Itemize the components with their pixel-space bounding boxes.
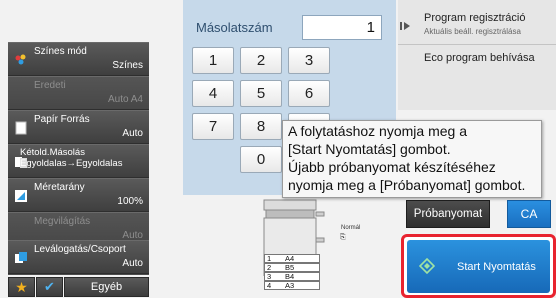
- output-normal-label: Normál: [341, 225, 361, 231]
- ratio-icon: [15, 190, 27, 202]
- key-6[interactable]: 6: [288, 80, 330, 107]
- tray-size: A4: [285, 254, 295, 263]
- exposure-label: Megvilágítás: [34, 216, 91, 227]
- clear-all-button[interactable]: CA: [507, 200, 551, 228]
- duplex-value: Egyoldalas→Egyoldalas: [20, 158, 123, 169]
- tray-number: 3: [267, 272, 272, 281]
- proof-print-button[interactable]: Próbanyomat: [406, 200, 490, 228]
- duplex-text: Kétold.Másolás Egyoldalas→Egyoldalas: [20, 147, 145, 169]
- key-4[interactable]: 4: [192, 80, 234, 107]
- tray-number: 2: [267, 263, 272, 272]
- key-3[interactable]: 3: [288, 47, 330, 74]
- sort-group-value: Auto: [122, 258, 143, 269]
- ratio-button[interactable]: Méretarány 100%: [8, 178, 149, 212]
- proof-print-label: Próbanyomat: [413, 208, 483, 220]
- paper-source-button[interactable]: Papír Forrás Auto: [8, 110, 149, 144]
- tray-number: 1: [267, 254, 272, 263]
- check-button[interactable]: ✔: [36, 277, 63, 297]
- key-8[interactable]: 8: [240, 113, 282, 140]
- key-1[interactable]: 1: [192, 47, 234, 74]
- tooltip-line: A folytatáshoz nyomja meg a: [288, 123, 467, 139]
- color-mode-value: Színes: [112, 60, 143, 71]
- check-icon: ✔: [44, 279, 55, 294]
- eco-program-button[interactable]: Eco program behívása: [398, 46, 556, 70]
- sort-group-button[interactable]: Leválogatás/Csoport Auto: [8, 240, 149, 274]
- paper-source-label: Papír Forrás: [34, 114, 90, 125]
- copy-screen: Színes mód Színes Eredeti Auto A4 Papír …: [0, 0, 556, 298]
- color-mode-button[interactable]: Színes mód Színes: [8, 42, 149, 76]
- tray-row[interactable]: 4 A3: [264, 281, 320, 290]
- tray-size: B4: [285, 272, 295, 281]
- program-register-label: Program regisztráció: [424, 12, 526, 24]
- tray-row[interactable]: 2 B5: [264, 263, 320, 272]
- tray-number: 4: [267, 281, 272, 290]
- other-label: Egyéb: [90, 281, 123, 293]
- program-register-sub: Aktuális beáll. regisztrálása: [424, 27, 521, 36]
- star-icon: ★: [15, 279, 28, 295]
- tray-size: A3: [285, 281, 295, 290]
- instruction-tooltip: A folytatáshoz nyomja meg a [Start Nyomt…: [282, 120, 542, 198]
- favorite-button[interactable]: ★: [8, 277, 35, 297]
- tray-row[interactable]: 1 A4: [264, 254, 320, 263]
- key-7[interactable]: 7: [192, 113, 234, 140]
- tooltip-line: [Start Nyomtatás] gombot.: [288, 141, 451, 157]
- key-2[interactable]: 2: [240, 47, 282, 74]
- sort-group-label: Leválogatás/Csoport: [34, 244, 126, 255]
- original-label: Eredeti: [34, 80, 66, 91]
- sort-icon: [15, 252, 27, 263]
- color-mode-label: Színes mód: [34, 46, 87, 57]
- key-5[interactable]: 5: [240, 80, 282, 107]
- program-register-button[interactable]: Program regisztráció Aktuális beáll. reg…: [398, 8, 556, 45]
- ratio-value: 100%: [117, 196, 143, 207]
- start-print-label: Start Nyomtatás: [457, 261, 536, 273]
- clear-all-label: CA: [520, 207, 538, 221]
- eco-program-label: Eco program behívása: [424, 52, 535, 64]
- copies-label: Másolatszám: [196, 20, 273, 35]
- duplex-label: Kétold.Másolás: [20, 147, 85, 158]
- copies-value: 1: [366, 19, 375, 36]
- output-tray-icon: ⎘: [340, 234, 346, 241]
- tooltip-line: Újabb próbanyomat készítéséhez: [288, 159, 496, 175]
- tray-size: B5: [285, 263, 295, 272]
- start-diamond-icon: [419, 258, 435, 274]
- start-print-button[interactable]: Start Nyomtatás: [407, 240, 550, 293]
- tray-row[interactable]: 3 B4: [264, 272, 320, 281]
- ratio-label: Méretarány: [34, 182, 85, 193]
- paper-icon: [15, 121, 27, 135]
- color-mode-icon: [15, 54, 26, 65]
- paper-source-value: Auto: [122, 128, 143, 139]
- copies-field[interactable]: 1: [302, 15, 382, 40]
- duplex-copy-button[interactable]: Kétold.Másolás Egyoldalas→Egyoldalas: [8, 144, 149, 178]
- key-0[interactable]: 0: [240, 146, 282, 173]
- original-value: Auto A4: [107, 94, 143, 105]
- tooltip-line: nyomja meg a [Próbanyomat] gombot.: [288, 177, 526, 193]
- other-button[interactable]: Egyéb: [64, 277, 149, 297]
- original-button: Eredeti Auto A4: [8, 76, 149, 110]
